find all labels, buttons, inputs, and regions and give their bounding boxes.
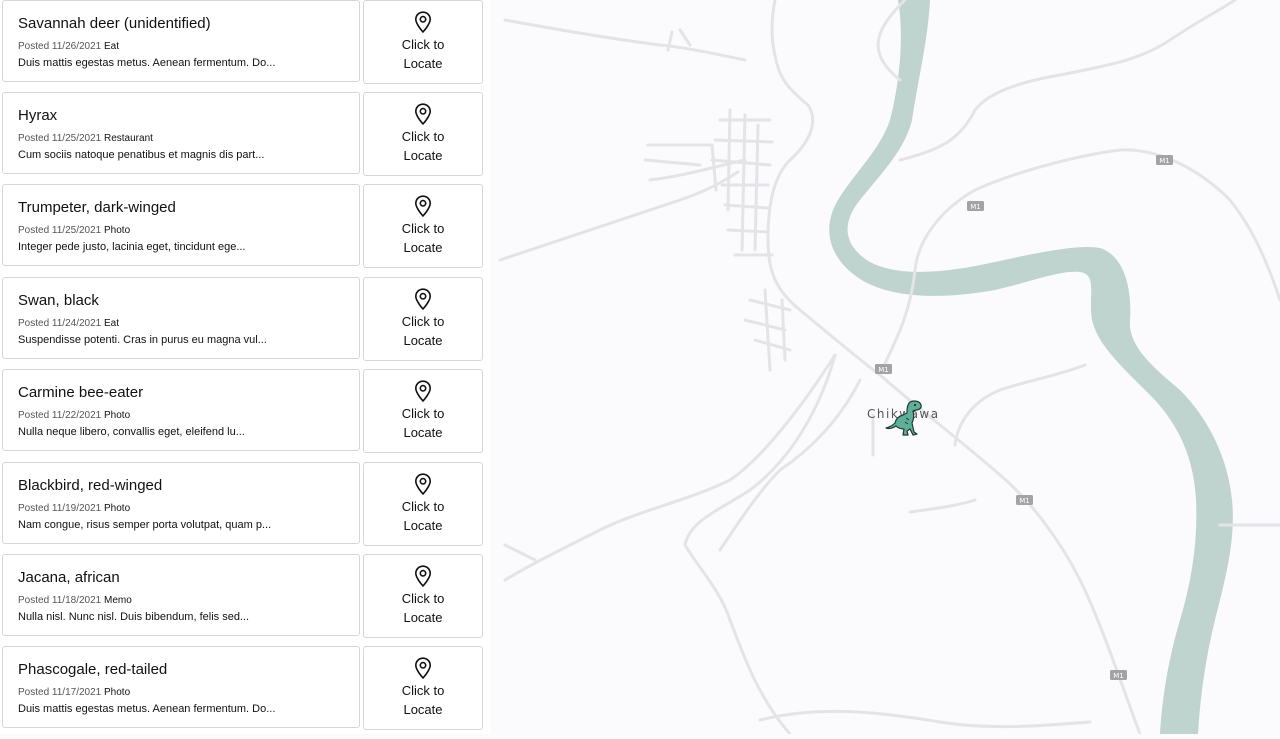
post-tag: Memo: [104, 595, 132, 606]
post-title: Swan, black: [18, 292, 99, 309]
post-tag: Eat: [104, 41, 120, 52]
post-tag: Photo: [104, 410, 131, 421]
post-info[interactable]: Blackbird, red-winged Posted 11/19/2021 …: [2, 462, 360, 544]
post-meta: Posted 11/26/2021 Eat: [18, 41, 359, 53]
post-title: Hyrax: [18, 107, 58, 124]
locate-button[interactable]: Click to Locate: [363, 277, 483, 361]
locate-button[interactable]: Click to Locate: [363, 554, 483, 638]
map-pin-icon: [414, 380, 432, 402]
locate-button[interactable]: Click to Locate: [363, 369, 483, 453]
locate-label: Click to Locate: [401, 591, 445, 625]
post-info[interactable]: Hyrax Posted 11/25/2021 Restaurant Cum s…: [2, 92, 360, 174]
map-pin-icon: [414, 657, 432, 679]
post-card: Phascogale, red-tailed Posted 11/17/2021…: [2, 646, 483, 730]
post-title: Phascogale, red-tailed: [18, 661, 168, 678]
post-tag: Photo: [104, 503, 131, 514]
post-title: Trumpeter, dark-winged: [18, 199, 176, 216]
post-meta: Posted 11/22/2021 Photo: [18, 410, 359, 422]
locate-label: Click to Locate: [401, 314, 445, 348]
post-date: Posted 11/17/2021: [18, 687, 102, 698]
locate-label: Click to Locate: [401, 499, 445, 533]
locate-button[interactable]: Click to Locate: [363, 92, 483, 176]
post-date: Posted 11/25/2021: [18, 133, 102, 144]
post-description: Nulla nisl. Nunc nisl. Duis bibendum, fe…: [18, 611, 250, 623]
post-title: Savannah deer (unidentified): [18, 15, 211, 32]
locate-button[interactable]: Click to Locate: [363, 462, 483, 546]
locate-label: Click to Locate: [401, 406, 445, 440]
post-card: Savannah deer (unidentified) Posted 11/2…: [2, 0, 483, 84]
post-date: Posted 11/24/2021: [18, 318, 102, 329]
post-date: Posted 11/18/2021: [18, 595, 102, 606]
post-card: Swan, black Posted 11/24/2021 Eat Suspen…: [2, 277, 483, 361]
map-view[interactable]: M1 M1 M1 M1 M1 Chikwawa: [490, 0, 1280, 736]
post-description: Suspendisse potenti. Cras in purus eu ma…: [18, 334, 267, 346]
svg-text:M1: M1: [970, 203, 981, 211]
post-date: Posted 11/26/2021: [18, 41, 102, 52]
svg-text:M1: M1: [878, 366, 889, 374]
map-pin-icon: [414, 11, 432, 33]
svg-text:M1: M1: [1113, 672, 1124, 680]
post-meta: Posted 11/19/2021 Photo: [18, 503, 359, 515]
post-description: Cum sociis natoque penatibus et magnis d…: [18, 149, 265, 161]
locate-button[interactable]: Click to Locate: [363, 646, 483, 730]
locate-label: Click to Locate: [401, 221, 445, 255]
post-title: Blackbird, red-winged: [18, 477, 163, 494]
post-meta: Posted 11/25/2021 Restaurant: [18, 133, 359, 145]
post-meta: Posted 11/17/2021 Photo: [18, 687, 359, 699]
post-tag: Eat: [104, 318, 120, 329]
post-description: Duis mattis egestas metus. Aenean fermen…: [18, 57, 276, 69]
svg-text:M1: M1: [1019, 497, 1030, 505]
map-pin-icon: [414, 103, 432, 125]
locate-label: Click to Locate: [401, 683, 445, 717]
post-card: Carmine bee-eater Posted 11/22/2021 Phot…: [2, 369, 483, 453]
locate-button[interactable]: Click to Locate: [363, 0, 483, 84]
svg-text:M1: M1: [1159, 157, 1170, 165]
post-info[interactable]: Savannah deer (unidentified) Posted 11/2…: [2, 0, 360, 82]
post-description: Nulla neque libero, convallis eget, elei…: [18, 426, 245, 438]
map-pin-icon: [414, 565, 432, 587]
post-tag: Restaurant: [104, 133, 153, 144]
post-description: Integer pede justo, lacinia eget, tincid…: [18, 241, 246, 253]
post-card: Blackbird, red-winged Posted 11/19/2021 …: [2, 462, 483, 546]
post-meta: Posted 11/24/2021 Eat: [18, 318, 359, 330]
locate-label: Click to Locate: [401, 129, 445, 163]
post-list: Savannah deer (unidentified) Posted 11/2…: [0, 0, 490, 734]
post-date: Posted 11/25/2021: [18, 225, 102, 236]
map-pin-icon: [414, 195, 432, 217]
map-canvas[interactable]: M1 M1 M1 M1 M1 Chikwawa: [490, 0, 1280, 736]
post-tag: Photo: [104, 225, 131, 236]
post-title: Jacana, african: [18, 569, 120, 586]
post-info[interactable]: Phascogale, red-tailed Posted 11/17/2021…: [2, 646, 360, 728]
map-pin-icon: [414, 473, 432, 495]
locate-button[interactable]: Click to Locate: [363, 184, 483, 268]
post-card: Jacana, african Posted 11/18/2021 Memo N…: [2, 554, 483, 638]
post-meta: Posted 11/25/2021 Photo: [18, 225, 359, 237]
post-info[interactable]: Carmine bee-eater Posted 11/22/2021 Phot…: [2, 369, 360, 451]
post-meta: Posted 11/18/2021 Memo: [18, 595, 359, 607]
post-info[interactable]: Swan, black Posted 11/24/2021 Eat Suspen…: [2, 277, 360, 359]
locate-label: Click to Locate: [401, 37, 445, 71]
post-date: Posted 11/19/2021: [18, 503, 102, 514]
map-pin-icon: [414, 288, 432, 310]
post-date: Posted 11/22/2021: [18, 410, 102, 421]
post-card: Hyrax Posted 11/25/2021 Restaurant Cum s…: [2, 92, 483, 176]
post-info[interactable]: Trumpeter, dark-winged Posted 11/25/2021…: [2, 184, 360, 266]
post-description: Duis mattis egestas metus. Aenean fermen…: [18, 703, 276, 715]
post-card: Trumpeter, dark-winged Posted 11/25/2021…: [2, 184, 483, 268]
post-info[interactable]: Jacana, african Posted 11/18/2021 Memo N…: [2, 554, 360, 636]
post-title: Carmine bee-eater: [18, 384, 144, 401]
post-description: Nam congue, risus semper porta volutpat,…: [18, 519, 272, 531]
post-tag: Photo: [104, 687, 131, 698]
